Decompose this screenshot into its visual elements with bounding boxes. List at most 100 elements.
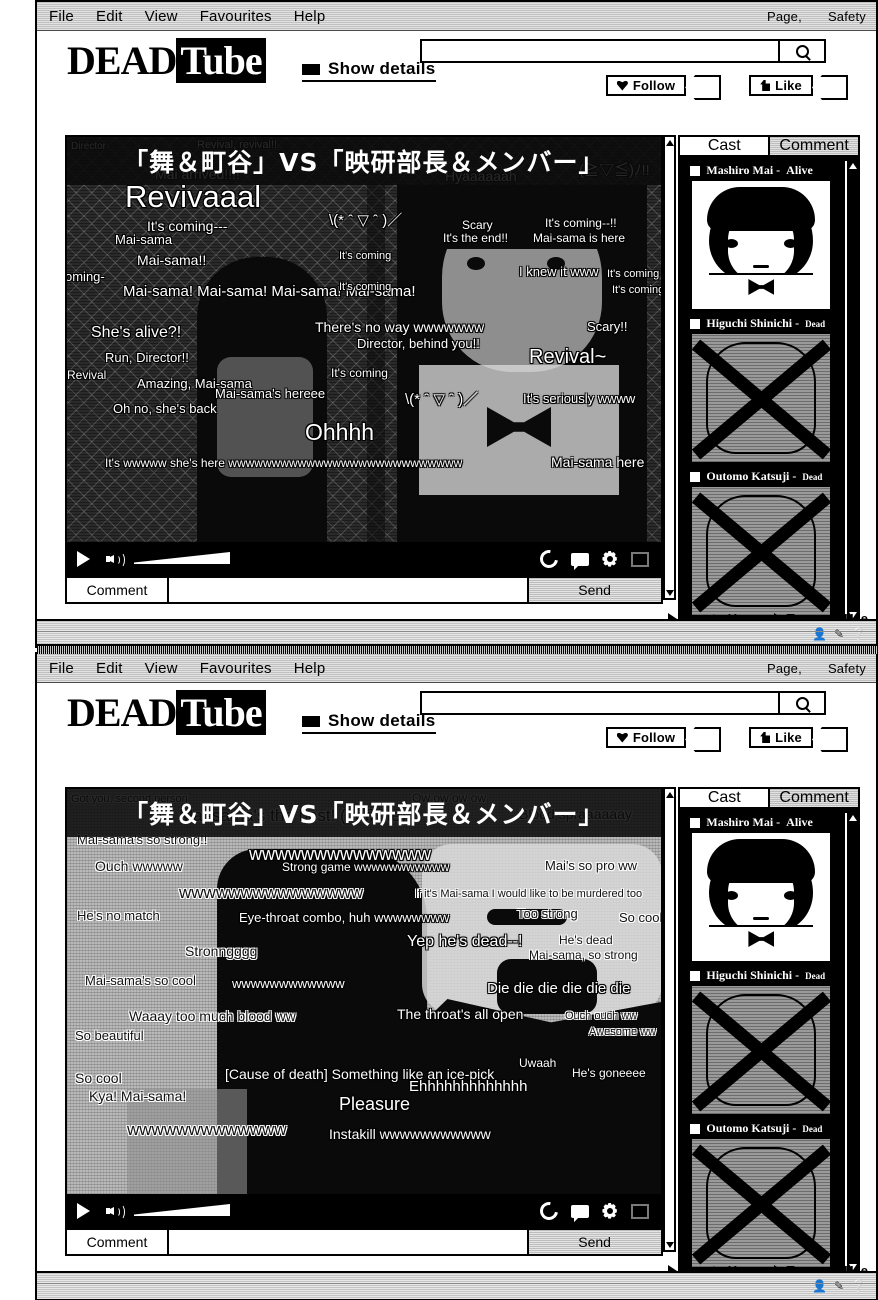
menu-item-page[interactable]: Page, <box>767 9 802 24</box>
checkbox-icon[interactable] <box>690 471 701 482</box>
search-input[interactable] <box>422 41 778 61</box>
fullscreen-icon[interactable] <box>630 551 649 567</box>
scroll-down-arrow[interactable] <box>665 587 675 598</box>
loop-icon[interactable] <box>536 546 562 572</box>
video-player-1[interactable]: 「舞＆町谷」VS「映研部長＆メンバー」 DirectorRevival, rev… <box>65 135 663 604</box>
danmaku-comment: Stronngggg <box>185 943 258 959</box>
send-button[interactable]: Send <box>526 1230 661 1254</box>
subtitle-icon[interactable] <box>570 552 589 566</box>
social-actions-2: Follow Like <box>605 727 848 752</box>
menu-item-favourites[interactable]: Favourites <box>200 660 272 677</box>
cast-member[interactable]: Higuchi Shinichi - Dead <box>684 314 843 462</box>
menu-item-help[interactable]: Help <box>294 660 326 677</box>
search-button[interactable] <box>778 41 824 61</box>
tab-cast[interactable]: Cast <box>680 137 769 155</box>
checkbox-icon[interactable] <box>690 817 701 828</box>
scroll-up-arrow[interactable] <box>665 137 675 148</box>
cast-member[interactable]: Mashiro Mai - Alive <box>684 813 843 961</box>
menu-item-file[interactable]: File <box>49 8 74 25</box>
scroll-down-arrow[interactable] <box>665 1239 675 1250</box>
gear-icon[interactable] <box>602 1203 617 1219</box>
menu-item-file[interactable]: File <box>49 660 74 677</box>
menu-item-help[interactable]: Help <box>294 8 326 25</box>
cast-scrollbar-2[interactable] <box>845 813 858 1272</box>
cast-member-header: Outomo Katsuji - Dead <box>684 1119 843 1139</box>
subtitle-icon[interactable] <box>570 1204 589 1218</box>
video-surface-2[interactable]: 「舞＆町谷」VS「映研部長＆メンバー」 Got you, second pers… <box>67 789 661 1194</box>
like-button[interactable]: Like <box>749 75 813 96</box>
menu-item-page[interactable]: Page, <box>767 661 802 676</box>
video-scrollbar-1[interactable] <box>662 135 677 600</box>
show-details-button[interactable]: Show details <box>302 59 436 82</box>
follow-button[interactable]: Follow <box>605 727 687 748</box>
menu-item-edit[interactable]: Edit <box>96 8 123 25</box>
cast-member[interactable]: Outomo Katsuji - Dead <box>684 1119 843 1267</box>
video-surface-1[interactable]: 「舞＆町谷」VS「映研部長＆メンバー」 DirectorRevival, rev… <box>67 137 661 542</box>
comment-label: Comment <box>67 578 169 602</box>
search-input[interactable] <box>422 693 778 713</box>
volume-slider[interactable] <box>134 1204 230 1218</box>
comment-input[interactable] <box>169 1230 527 1254</box>
danmaku-comment: Yep he's dead--! <box>407 933 523 950</box>
danmaku-comment: Kya! Mai-sama! <box>89 1088 187 1104</box>
like-button[interactable]: Like <box>749 727 813 748</box>
cast-member[interactable]: Outomo Katsuji - Dead <box>684 467 843 615</box>
social-actions-1: Follow Like <box>605 75 848 100</box>
cast-list-1: Mashiro Mai - Alive Higuchi Shinichi - De… <box>684 161 843 620</box>
video-player-2[interactable]: 「舞＆町谷」VS「映研部長＆メンバー」 Got you, second pers… <box>65 787 663 1256</box>
cast-member[interactable]: Mashiro Mai - Alive <box>684 161 843 309</box>
loop-icon[interactable] <box>536 1198 562 1224</box>
cast-scroll-up-icon[interactable] <box>848 815 857 821</box>
menu-item-favourites[interactable]: Favourites <box>200 8 272 25</box>
portrait-outline <box>706 495 817 607</box>
fullscreen-icon[interactable] <box>630 1203 649 1219</box>
cast-scroll-up-icon[interactable] <box>848 163 857 169</box>
checkbox-icon[interactable] <box>690 1123 701 1134</box>
scroll-up-arrow[interactable] <box>665 789 675 800</box>
tab-cast[interactable]: Cast <box>680 789 769 807</box>
play-icon[interactable] <box>77 1203 90 1219</box>
menu-item-safety[interactable]: Safety <box>828 9 866 24</box>
play-icon[interactable] <box>77 551 90 567</box>
art-pole <box>367 185 385 542</box>
site-logo[interactable]: DEAD Tube <box>67 38 266 83</box>
video-scrollbar-2[interactable] <box>662 787 677 1252</box>
cast-portrait <box>692 181 831 309</box>
tab-comment[interactable]: Comment <box>768 137 859 155</box>
site-logo[interactable]: DEAD Tube <box>67 690 266 735</box>
checkbox-icon[interactable] <box>690 970 701 981</box>
follow-count <box>685 727 722 752</box>
volume-icon[interactable] <box>106 552 125 568</box>
cast-member-header: Mashiro Mai - Alive <box>684 813 843 833</box>
comment-bar-2: Comment Send <box>67 1228 661 1254</box>
collapse-icon <box>302 715 320 727</box>
search-button[interactable] <box>778 693 824 713</box>
menu-item-view[interactable]: View <box>145 660 178 677</box>
danmaku-comment: Mai-sama here <box>551 454 645 470</box>
volume-slider[interactable] <box>134 552 230 566</box>
show-details-button[interactable]: Show details <box>302 711 436 734</box>
follow-button[interactable]: Follow <box>605 75 687 96</box>
send-button[interactable]: Send <box>526 578 661 602</box>
logo-part-dead: DEAD <box>67 38 177 83</box>
help-icon: ❔ <box>851 1279 866 1293</box>
danmaku-comment: There's no way wwwwwww <box>315 319 485 335</box>
checkbox-icon[interactable] <box>690 318 701 329</box>
volume-icon[interactable] <box>106 1204 125 1220</box>
comment-input[interactable] <box>169 578 527 602</box>
checkbox-icon[interactable] <box>690 165 701 176</box>
gear-icon[interactable] <box>602 551 617 567</box>
danmaku-comment: \(* ˆ ▽ ˆ )／ <box>405 391 479 408</box>
help-icon: ❔ <box>851 627 866 641</box>
cast-scrollbar-1[interactable] <box>845 161 858 620</box>
danmaku-comment: It's coming <box>339 250 392 262</box>
tab-comment[interactable]: Comment <box>768 789 859 807</box>
menu-item-view[interactable]: View <box>145 8 178 25</box>
pen-icon: ✎ <box>833 627 845 641</box>
danmaku-comment: If it's Mai-sama I would like to be murd… <box>415 888 643 900</box>
menu-item-safety[interactable]: Safety <box>828 661 866 676</box>
danmaku-comment: oming- <box>67 269 105 284</box>
menu-item-edit[interactable]: Edit <box>96 660 123 677</box>
cast-member-status: Dead <box>802 1123 823 1134</box>
cast-member[interactable]: Higuchi Shinichi - Dead <box>684 966 843 1114</box>
